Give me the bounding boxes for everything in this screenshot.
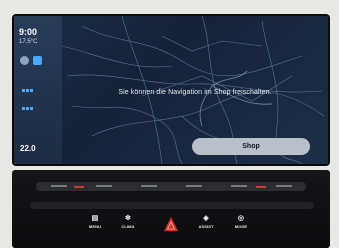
shop-button[interactable]: Shop [192, 138, 310, 155]
menu-button[interactable]: ▤ MENU [81, 214, 109, 236]
temperature-volume-slider[interactable] [36, 182, 306, 191]
outside-temperature: 17.5°C [19, 39, 38, 45]
app-grid-icon[interactable] [22, 80, 34, 110]
assist-button[interactable]: ◈ ASSIST [192, 214, 220, 236]
assist-icon: ◈ [203, 215, 209, 222]
mode-button[interactable]: ◎ MODE [227, 214, 255, 236]
clima-label: CLIMA [121, 224, 135, 229]
fan-icon: ✻ [125, 215, 131, 222]
lower-slider-bar[interactable] [30, 202, 314, 209]
clock: 9:00 [19, 27, 38, 37]
mode-label: MODE [234, 224, 248, 229]
assist-label: ASSIST [198, 224, 214, 229]
infotainment-screen: 9:00 17.5°C 22.0 Sie können die Navigati… [14, 16, 328, 164]
climate-set-temperature[interactable]: 22.0 [20, 144, 36, 153]
menu-label: MENU [88, 224, 102, 229]
mode-icon: ◎ [237, 215, 245, 222]
clima-button[interactable]: ✻ CLIMA [114, 214, 142, 236]
navigation-unlock-message: Sie können die Navigation im Shop freisc… [118, 89, 272, 96]
display-bezel: 9:00 17.5°C 22.0 Sie können die Navigati… [12, 14, 330, 166]
menu-icon: ▤ [91, 215, 99, 222]
hardware-control-panel: ▤ MENU ✻ CLIMA ◈ ASSIST ◎ MODE [12, 170, 330, 248]
hazard-icon[interactable] [163, 216, 179, 232]
profile-icon[interactable] [20, 56, 29, 65]
connectivity-icon[interactable] [33, 56, 42, 65]
status-sidebar: 9:00 17.5°C 22.0 [14, 16, 62, 164]
